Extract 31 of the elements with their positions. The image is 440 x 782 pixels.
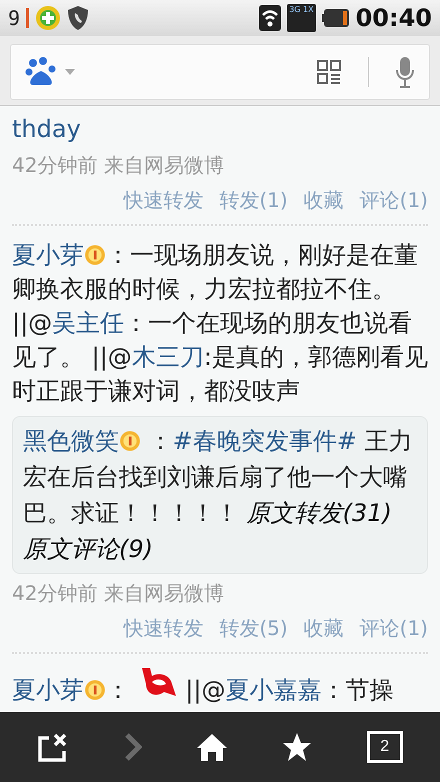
plus-circle-icon	[35, 5, 62, 31]
search-bar[interactable]	[10, 44, 430, 100]
post-meta: 42分钟前 来自网易微博	[12, 152, 225, 179]
qr-code-icon[interactable]	[316, 59, 342, 85]
verified-badge-icon	[84, 679, 106, 701]
original-link[interactable]: 原文评论(9)	[23, 535, 153, 563]
author-link[interactable]: 黑色微笑	[23, 427, 119, 455]
author-link[interactable]: 夏小芽	[12, 676, 84, 704]
post-text: 夏小芽 ：一现场朋友说，刚好是在董卿换衣服的时候，力宏拉都拉不住。 ||@吴主任：一个在现场的朋友也说看见了。 ||@木三刀:是真的，郭德刚看见时正跟于谦对词，都没吱声	[12, 240, 428, 407]
mention-link[interactable]: 夏小嘉嘉	[225, 676, 322, 704]
wifi-icon	[259, 5, 282, 31]
mention-link[interactable]: 木三刀	[132, 343, 204, 371]
verified-badge-icon	[84, 244, 106, 266]
post-meta: 42分钟前 来自网易微博	[12, 580, 225, 607]
original-link[interactable]: 原文转发(31)	[246, 499, 392, 527]
mention-link[interactable]: thday	[12, 115, 81, 143]
post-text: 夏小芽 ： ||@夏小嘉嘉：节操	[12, 666, 428, 707]
verified-badge-icon	[119, 430, 141, 452]
star-icon	[282, 732, 312, 762]
signal-icon: 3G 1X	[287, 4, 316, 32]
notification-count: 9	[8, 6, 20, 30]
battery-icon	[322, 8, 350, 28]
microphone-icon[interactable]	[395, 56, 415, 88]
hashtag-link[interactable]: #春晚突发事件#	[172, 427, 357, 455]
shield-icon	[67, 5, 90, 31]
home-icon	[196, 732, 228, 762]
author-link[interactable]: 夏小芽	[12, 241, 84, 269]
mention-link[interactable]: 吴主任	[52, 309, 124, 337]
quoted-text: 黑色微笑 ：#春晚突发事件# 王力宏在后台找到刘谦后扇了他一个大嘴巴。求证！！！！！ 原文转发(31) 原文评论(9)	[23, 426, 414, 565]
paw-logo-icon	[25, 57, 57, 87]
clock: 00:40	[356, 4, 432, 32]
